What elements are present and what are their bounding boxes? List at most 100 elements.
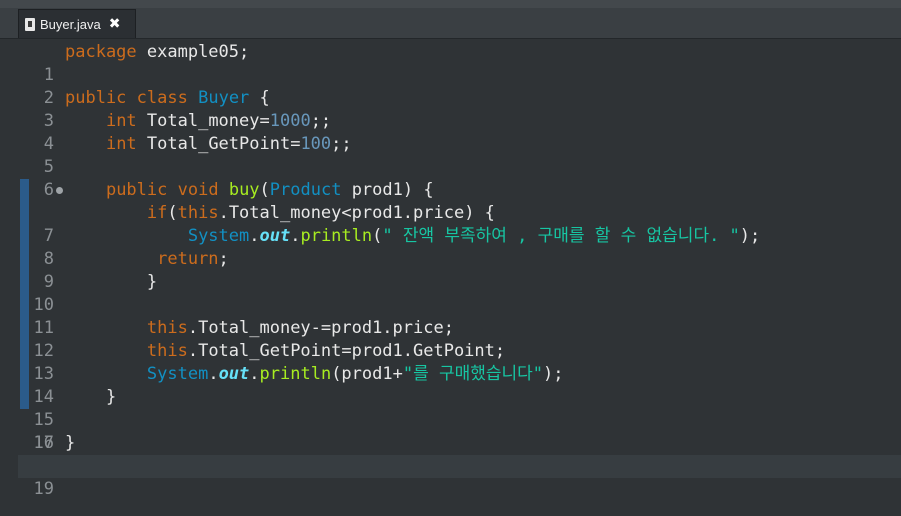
keyword: if [146,203,168,223]
change-marker [20,271,29,294]
punctuation: } [65,433,76,453]
keyword: this [146,341,188,361]
code-line-15[interactable]: 15 System.out.println(prod1+"를 구매했습니다"); [18,363,901,430]
code-line-16[interactable]: 16 } [18,386,901,453]
code-line-6[interactable]: 6 [18,156,901,200]
change-marker [20,202,29,225]
identifier: Total_money= [136,111,270,131]
close-icon[interactable]: ✖ [109,16,121,32]
code-text: package example05; [65,41,249,64]
code-text: int Total_money=1000;; [65,110,331,133]
code-line-17[interactable]: 17 [18,409,901,453]
code-text: this.Total_GetPoint=prod1.GetPoint; [65,340,505,363]
punctuation: . [290,226,301,246]
code-line-12[interactable]: 12 [18,294,901,361]
code-text: } [65,271,157,294]
code-line-19[interactable]: 19 [18,455,901,499]
editor-left-ruler [0,39,18,516]
keyword: int [105,134,137,154]
keyword: this [177,203,219,223]
punctuation: ); [543,364,564,384]
punctuation: ); [739,226,761,246]
method-name: println [300,226,373,246]
punctuation: } [146,272,158,292]
method-name: println [259,364,332,384]
change-marker [20,340,29,363]
code-text: return; [65,248,229,271]
change-marker [20,317,29,340]
number-literal: 1000 [269,111,311,131]
punctuation: ( [372,226,383,246]
number-literal: 100 [300,134,332,154]
code-line-7[interactable]: 7 public void buy(Product prod1) { [18,179,901,246]
method-name: buy [228,180,260,200]
tab-strip-top-band [0,0,901,8]
tab-buyer-java[interactable]: Buyer.java ✖ [18,9,136,38]
punctuation: ( [259,180,270,200]
type-name: Product [269,180,342,200]
keyword: public [65,88,127,108]
eclipse-editor-window: Buyer.java ✖ 1 package example05; 2 3 pu… [0,0,901,516]
string-literal: "를 구매했습니다" [402,364,544,384]
punctuation: ;; [310,111,332,131]
punctuation: ( [167,203,178,223]
code-text: System.out.println(" 잔액 부족하여 , 구매를 할 수 없… [65,225,760,248]
type-name: System [146,364,209,384]
code-text: } [65,386,116,409]
code-text: this.Total_money-=prod1.price; [65,317,454,340]
keyword: this [146,318,188,338]
keyword: void [177,180,219,200]
change-marker [20,225,29,248]
code-line-8[interactable]: 8 if(this.Total_money<prod1.price) { [18,202,901,269]
code-line-5[interactable]: 5 int Total_GetPoint=100;; [18,133,901,177]
identifier: Total_GetPoint= [136,134,301,154]
class-name: Buyer [198,88,250,108]
static-field: out [259,226,291,246]
code-line-3[interactable]: 3 public class Buyer { [18,87,901,131]
keyword: return [157,249,219,269]
punctuation: { [249,88,270,108]
identifier: example05; [136,42,250,62]
code-text: } [65,432,75,455]
code-line-18[interactable]: 18 } [18,432,901,476]
code-editor[interactable]: 1 package example05; 2 3 public class Bu… [18,39,901,516]
code-text: System.out.println(prod1+"를 구매했습니다"); [65,363,564,386]
code-line-13[interactable]: 13 this.Total_money-=prod1.price; [18,317,901,384]
identifier: (prod1+ [331,364,403,384]
identifier: .Total_money<prod1.price) { [218,203,495,223]
code-line-14[interactable]: 14 this.Total_GetPoint=prod1.GetPoint; [18,340,901,407]
code-line-10[interactable]: 10 return; [18,248,901,315]
change-marker [20,363,29,386]
keyword: package [65,42,137,62]
static-field: out [218,364,250,384]
fold-collapse-icon[interactable] [56,187,63,194]
identifier: prod1) { [341,180,434,200]
line-number: 19 [33,479,54,499]
change-marker [20,294,29,317]
punctuation: ; [218,249,229,269]
change-marker [20,386,29,409]
change-marker [20,179,29,202]
code-line-9[interactable]: 9 System.out.println(" 잔액 부족하여 , 구매를 할 수… [18,225,901,292]
punctuation: . [208,364,219,384]
punctuation: } [105,387,117,407]
java-file-icon [25,17,35,31]
punctuation: . [249,364,260,384]
editor-tab-strip: Buyer.java ✖ [0,0,901,39]
keyword: class [136,88,188,108]
keyword: public [105,180,168,200]
code-line-2[interactable]: 2 [18,64,901,108]
identifier: .Total_GetPoint=prod1.GetPoint; [187,341,506,361]
punctuation: . [249,226,260,246]
code-lines: 1 package example05; 2 3 public class Bu… [18,41,901,499]
tab-label: Buyer.java [40,16,101,32]
punctuation: ;; [331,134,352,154]
code-line-1[interactable]: 1 package example05; [18,41,901,85]
identifier: .Total_money-=prod1.price; [187,318,454,338]
code-line-11[interactable]: 11 } [18,271,901,338]
code-line-4[interactable]: 4 int Total_money=1000;; [18,110,901,154]
code-text: if(this.Total_money<prod1.price) { [65,202,495,225]
